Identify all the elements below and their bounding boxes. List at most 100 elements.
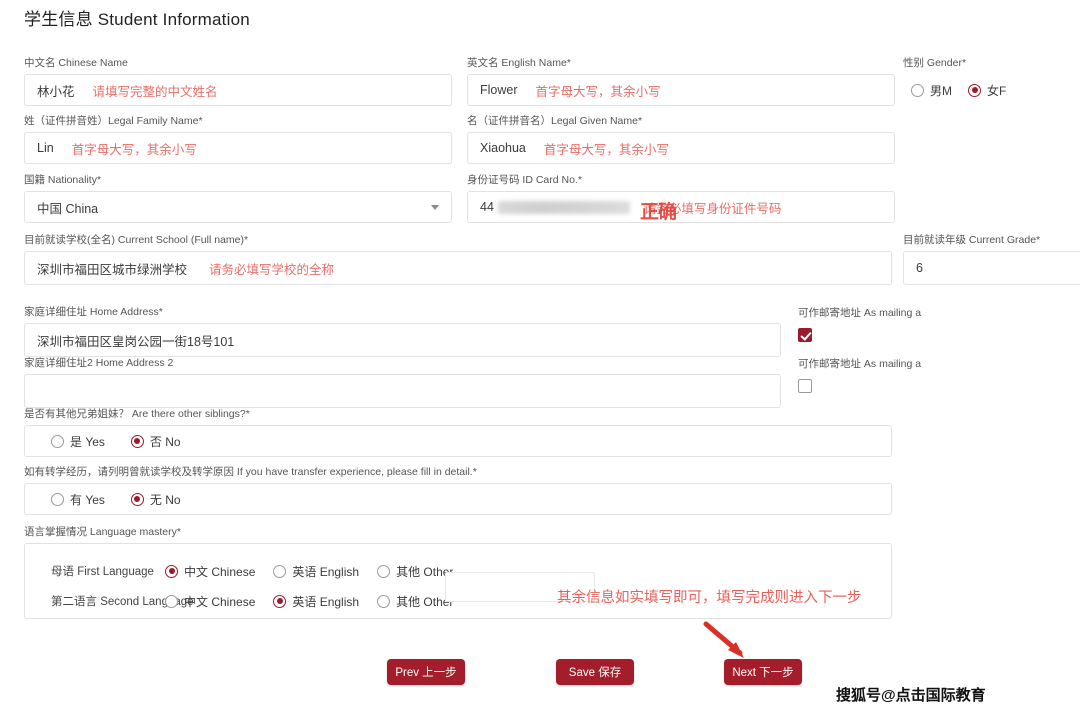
current-school-field: 目前就读学校(全名) Current School (Full name)* 深…: [24, 233, 892, 285]
second-language-label: 第二语言 Second Language: [51, 596, 194, 608]
mailing-address-1-checkbox[interactable]: [798, 328, 812, 342]
home-address-label: 家庭详细住址 Home Address*: [24, 306, 163, 318]
prev-button[interactable]: Prev 上一步: [387, 659, 465, 685]
siblings-option-yes-label: 是 Yes: [70, 434, 105, 449]
id-card-redaction: [497, 200, 630, 214]
legal-given-name-annotation: 首字母大写，其余小写: [543, 142, 669, 157]
arrow-icon: [703, 621, 744, 658]
first-language-option-chinese[interactable]: 中文 Chinese: [165, 563, 255, 580]
transfer-option-yes[interactable]: 有 Yes: [51, 491, 105, 508]
current-grade-label: 目前就读年级 Current Grade*: [903, 234, 1041, 246]
radio-selected-icon[interactable]: [130, 492, 144, 506]
chinese-name-value: 林小花: [37, 84, 75, 99]
home-address-input[interactable]: 深圳市福田区皇岗公园一街18号101: [24, 323, 781, 357]
first-language-options: 中文 Chinese 英语 English 其他 Other: [165, 563, 453, 580]
home-address-2-label: 家庭详细住址2 Home Address 2: [24, 357, 174, 369]
radio-icon[interactable]: [51, 492, 64, 506]
home-address-2-input[interactable]: [24, 374, 781, 408]
gender-option-female[interactable]: 女F: [968, 82, 1006, 99]
english-name-input[interactable]: Flower 首字母大写，其余小写: [467, 74, 895, 106]
transfer-label: 如有转学经历，请列明曾就读学校及转学原因 If you have transfe…: [24, 466, 477, 478]
nationality-label: 国籍 Nationality*: [24, 174, 102, 186]
english-name-value: Flower: [480, 83, 518, 97]
home-address-2-field: 家庭详细住址2 Home Address 2: [24, 356, 781, 408]
gender-option-male-label: 男M: [930, 83, 952, 98]
final-annotation: 其余信息如实填写即可，填写完成则进入下一步: [557, 590, 862, 606]
radio-icon[interactable]: [273, 564, 287, 578]
siblings-options: 是 Yes 否 No: [24, 425, 892, 457]
id-card-value: 44: [480, 200, 494, 214]
radio-icon[interactable]: [911, 83, 924, 97]
first-language-option-other[interactable]: 其他 Other: [377, 563, 453, 580]
siblings-option-no-label: 否 No: [149, 434, 181, 449]
first-language-option-english[interactable]: 英语 English: [273, 563, 359, 580]
legal-family-name-input[interactable]: Lin 首字母大写，其余小写: [24, 132, 452, 164]
legal-family-name-field: 姓（证件拼音姓）Legal Family Name* Lin 首字母大写，其余小…: [24, 114, 452, 164]
save-button[interactable]: Save 保存: [556, 659, 634, 685]
transfer-options: 有 Yes 无 No: [24, 483, 892, 515]
gender-label: 性别 Gender*: [903, 57, 967, 69]
transfer-option-no[interactable]: 无 No: [130, 491, 181, 508]
current-school-label: 目前就读学校(全名) Current School (Full name)*: [24, 234, 249, 246]
legal-family-name-annotation: 首字母大写，其余小写: [71, 142, 197, 157]
current-grade-input[interactable]: 6: [903, 251, 1080, 285]
first-language-label: 母语 First Language: [51, 566, 154, 578]
legal-given-name-label: 名（证件拼音名）Legal Given Name*: [467, 115, 643, 127]
first-language-option-chinese-label: 中文 Chinese: [184, 564, 256, 579]
transfer-field: 如有转学经历，请列明曾就读学校及转学原因 If you have transfe…: [24, 465, 892, 515]
language-mastery-box: 母语 First Language 中文 Chinese 英语 English …: [24, 543, 892, 619]
chevron-down-icon[interactable]: [431, 205, 439, 210]
id-card-annotation-emphasis: 正确: [640, 202, 677, 223]
mailing-address-2-checkbox[interactable]: [798, 379, 812, 393]
language-mastery-label: 语言掌握情况 Language mastery*: [24, 526, 181, 538]
radio-selected-icon[interactable]: [165, 564, 178, 578]
second-language-option-chinese[interactable]: 中文 Chinese: [165, 593, 255, 610]
mailing-address-1: 可作邮寄地址 As mailing a: [798, 305, 998, 347]
legal-given-name-field: 名（证件拼音名）Legal Given Name* Xiaohua 首字母大写，…: [467, 114, 895, 164]
radio-selected-icon[interactable]: [273, 594, 287, 608]
legal-family-name-value: Lin: [37, 141, 54, 155]
watermark: 搜狐号@点击国际教育: [836, 687, 986, 704]
mailing-address-1-label: 可作邮寄地址 As mailing a: [798, 307, 922, 319]
english-name-field: 英文名 English Name* Flower 首字母大写，其余小写: [467, 56, 895, 106]
radio-icon[interactable]: [377, 594, 391, 608]
student-information-form: 学生信息 Student Information 中文名 Chinese Nam…: [0, 0, 1080, 712]
next-button[interactable]: Next 下一步: [724, 659, 802, 685]
radio-icon[interactable]: [165, 594, 178, 608]
second-language-option-other[interactable]: 其他 Other: [377, 593, 453, 610]
transfer-option-yes-label: 有 Yes: [70, 492, 105, 507]
chinese-name-annotation: 请填写完整的中文姓名: [92, 84, 218, 99]
second-language-option-chinese-label: 中文 Chinese: [184, 594, 256, 609]
current-school-input[interactable]: 深圳市福田区城市绿洲学校 请务必填写学校的全称: [24, 251, 892, 285]
radio-selected-icon[interactable]: [130, 434, 144, 448]
legal-given-name-input[interactable]: Xiaohua 首字母大写，其余小写: [467, 132, 895, 164]
chinese-name-input[interactable]: 林小花 请填写完整的中文姓名: [24, 74, 452, 106]
first-language-option-english-label: 英语 English: [292, 564, 360, 579]
home-address-value: 深圳市福田区皇岗公园一街18号101: [37, 334, 235, 349]
siblings-label: 是否有其他兄弟姐妹？ Are there other siblings?*: [24, 408, 250, 420]
siblings-option-yes[interactable]: 是 Yes: [51, 433, 105, 450]
siblings-field: 是否有其他兄弟姐妹？ Are there other siblings?* 是 …: [24, 407, 892, 457]
transfer-option-no-label: 无 No: [149, 492, 181, 507]
radio-icon[interactable]: [377, 564, 391, 578]
nationality-select[interactable]: 中国 China: [24, 191, 452, 223]
radio-icon[interactable]: [51, 434, 64, 448]
english-name-label: 英文名 English Name*: [467, 57, 571, 69]
second-language-option-english-label: 英语 English: [292, 594, 360, 609]
id-card-input[interactable]: 44 请务必填写身份证件号码 正确: [467, 191, 895, 223]
siblings-option-no[interactable]: 否 No: [130, 433, 181, 450]
current-grade-value: 6: [916, 261, 923, 275]
mailing-address-2: 可作邮寄地址 As mailing a: [798, 356, 998, 398]
nationality-value: 中国 China: [37, 201, 99, 216]
home-address-field: 家庭详细住址 Home Address* 深圳市福田区皇岗公园一街18号101: [24, 305, 781, 357]
gender-field: 性别 Gender* 男M 女F: [903, 56, 1073, 106]
page-title: 学生信息 Student Information: [24, 10, 250, 29]
english-name-annotation: 首字母大写，其余小写: [535, 84, 661, 99]
legal-family-name-label: 姓（证件拼音姓）Legal Family Name*: [24, 115, 203, 127]
current-school-value: 深圳市福田区城市绿洲学校: [37, 262, 188, 277]
id-card-label: 身份证号码 ID Card No.*: [467, 174, 582, 186]
mailing-address-2-label: 可作邮寄地址 As mailing a: [798, 358, 922, 370]
second-language-option-english[interactable]: 英语 English: [273, 593, 359, 610]
gender-option-male[interactable]: 男M: [911, 82, 952, 99]
radio-selected-icon[interactable]: [968, 83, 981, 97]
